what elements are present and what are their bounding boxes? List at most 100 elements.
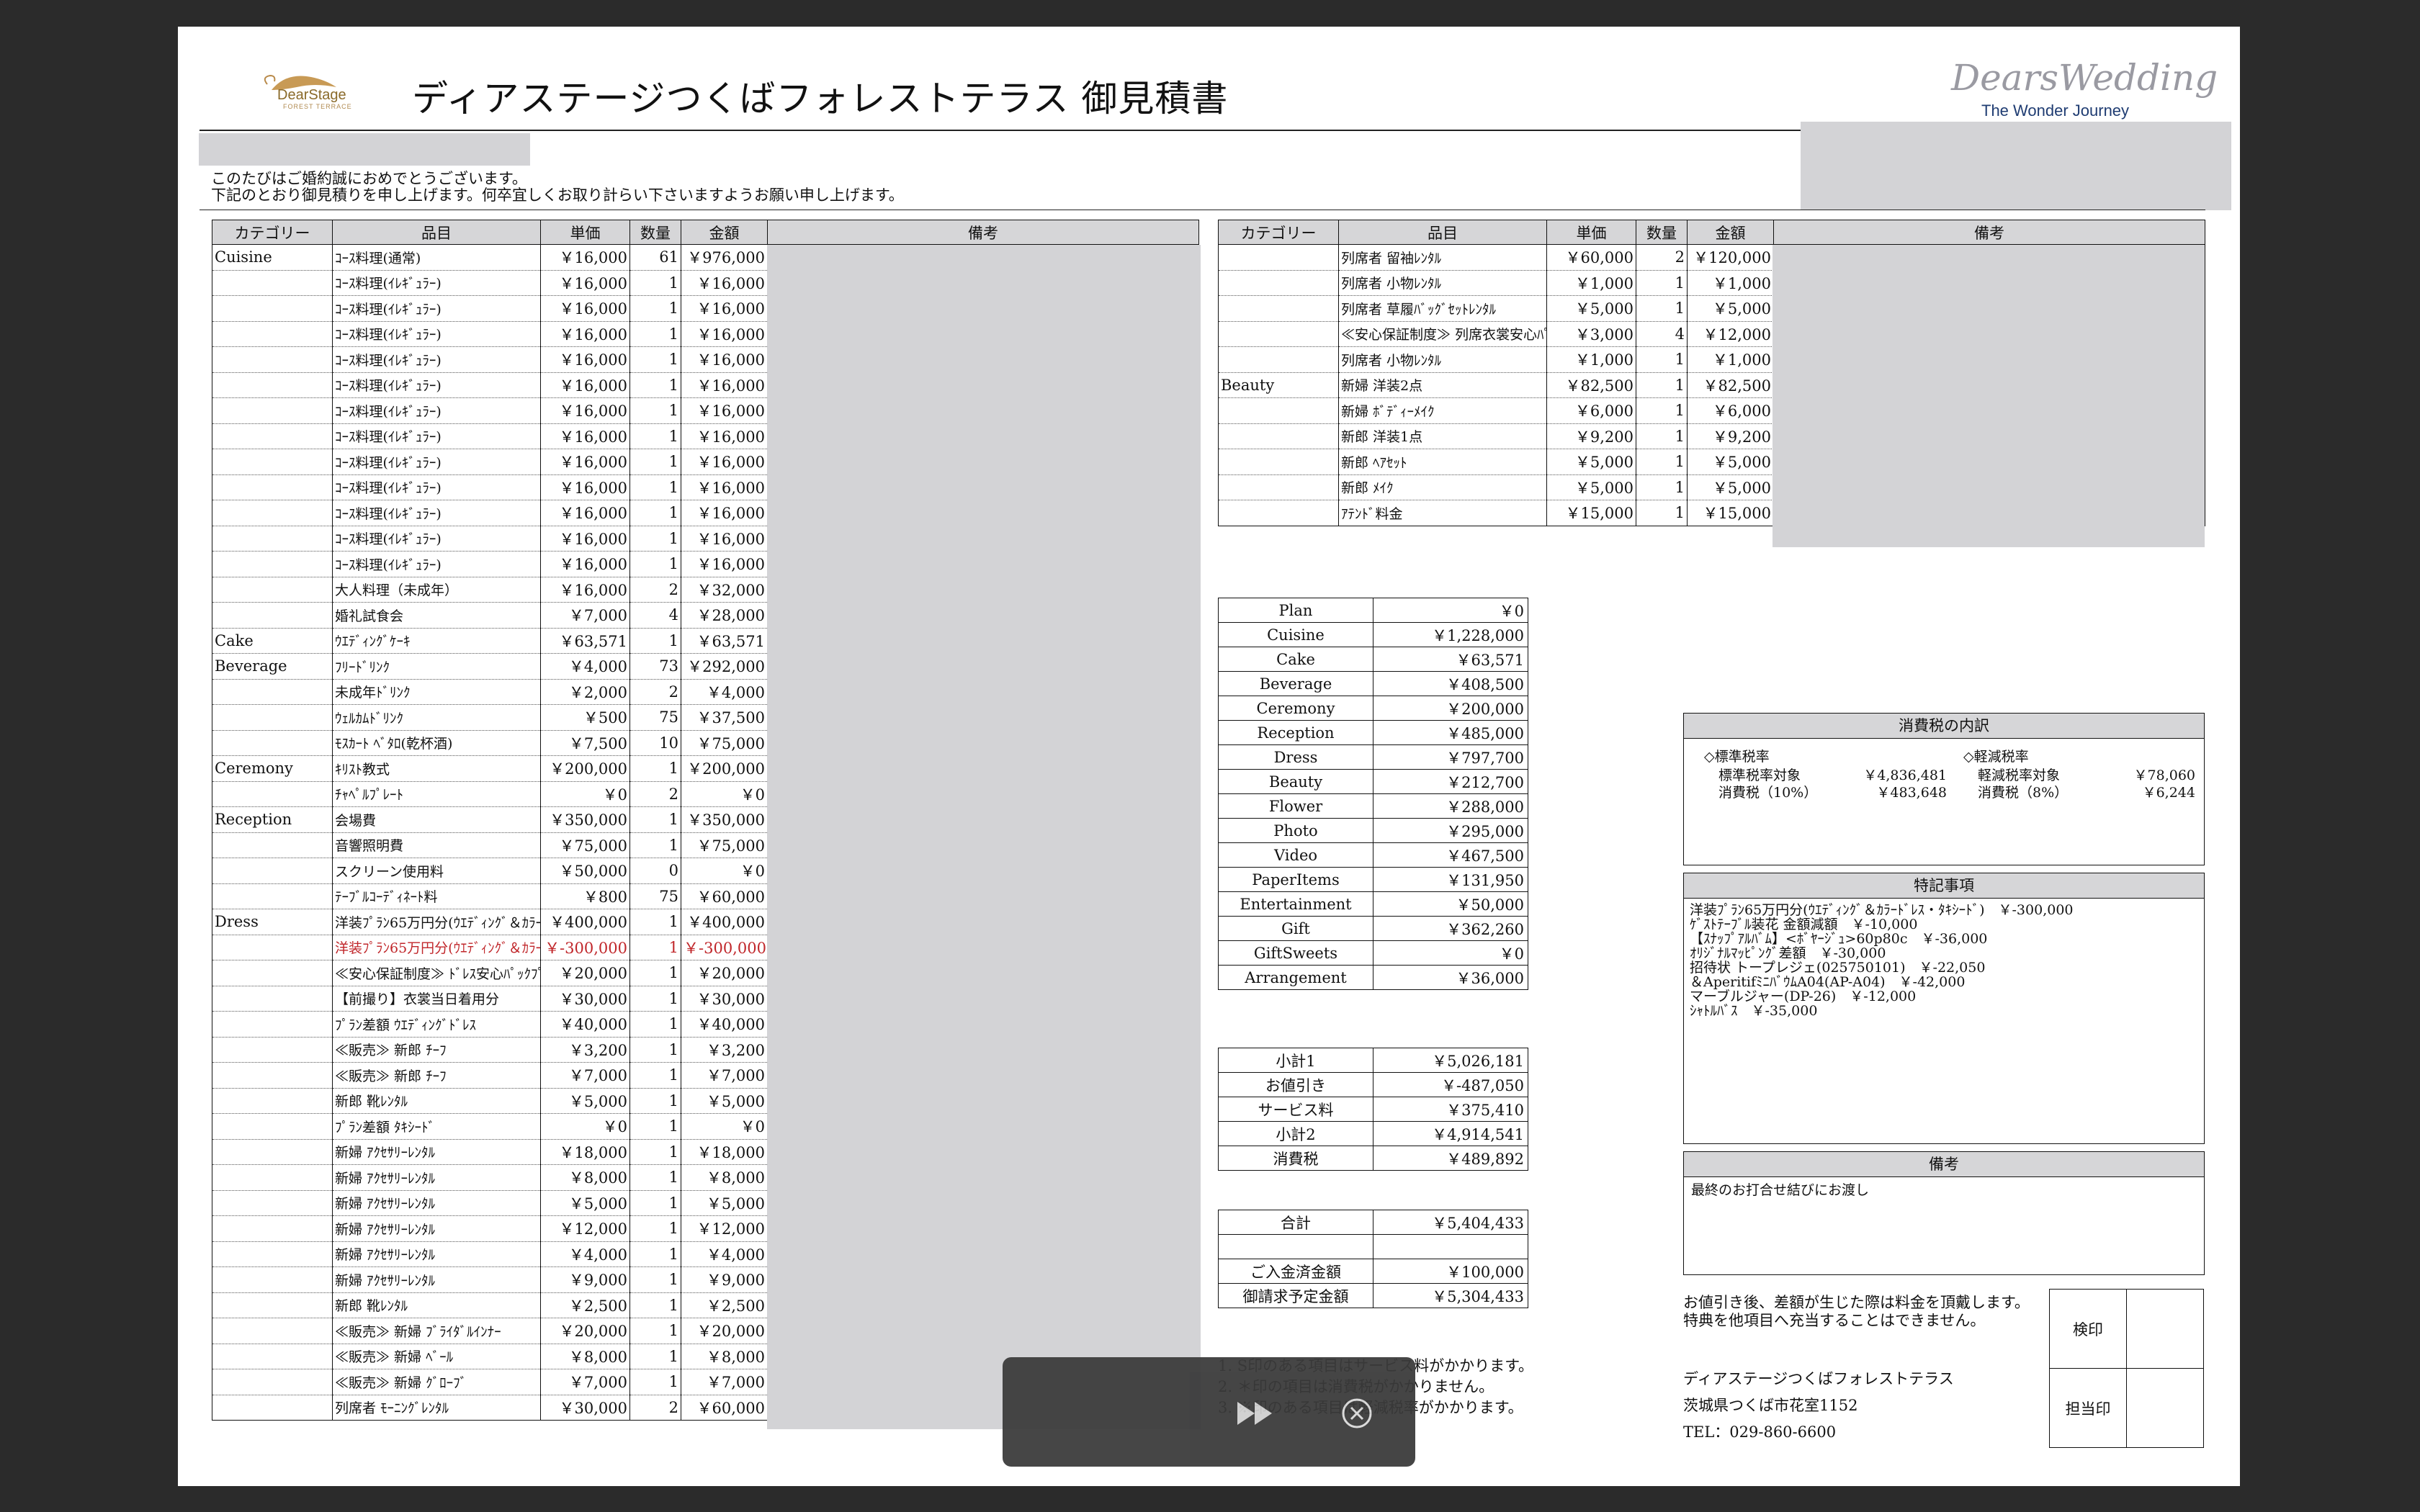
special-note: ｹﾞｽﾄﾃｰﾌﾞﾙ装花 金額減額 ￥-10,000 bbox=[1690, 917, 1918, 932]
category-cell: Reception bbox=[212, 806, 333, 833]
summary-label: 合計 bbox=[1218, 1210, 1373, 1235]
col-qty: 数量 bbox=[629, 220, 681, 245]
totals-table: 合計 ￥5,404,433 ご入金済金額 ￥100,000 御請求予定金額 ￥5,304,… bbox=[1218, 1210, 1528, 1308]
summary-label: Dress bbox=[1218, 744, 1373, 770]
summary-row: 小計2 ￥4,914,541 bbox=[1218, 1121, 1528, 1146]
summary-value: ￥0 bbox=[1373, 598, 1528, 623]
item-cell: 列席者 留袖ﾚﾝﾀﾙ bbox=[1338, 244, 1547, 271]
unit-price-cell: ￥16,000 bbox=[540, 449, 630, 475]
unit-price-cell: ￥5,000 bbox=[1546, 295, 1636, 322]
category-cell bbox=[212, 679, 333, 705]
quantity-cell: 2 bbox=[1636, 244, 1688, 271]
category-cell: Cuisine bbox=[212, 244, 333, 271]
amount-cell: ￥1,000 bbox=[1687, 270, 1774, 296]
category-cell bbox=[212, 730, 333, 756]
quantity-cell: 2 bbox=[629, 577, 681, 603]
amount-cell: ￥1,000 bbox=[1687, 346, 1774, 373]
amount-cell: ￥16,000 bbox=[681, 423, 768, 449]
venue-tel: TEL：029-860-6600 bbox=[1683, 1423, 1837, 1441]
quantity-cell: 1 bbox=[629, 1344, 681, 1369]
greeting: このたびはご婚約誠におめでとうございます。 下記のとおり御見積りを申し上げます。… bbox=[211, 171, 904, 204]
col-item: 品目 bbox=[332, 220, 541, 245]
summary-row: Cake ￥63,571 bbox=[1218, 647, 1528, 672]
category-cell bbox=[1218, 295, 1339, 322]
summary-value: ￥408,500 bbox=[1373, 671, 1528, 696]
unit-price-cell: ￥82,500 bbox=[1546, 372, 1636, 398]
summary-value: ￥4,914,541 bbox=[1373, 1121, 1528, 1146]
quantity-cell: 1 bbox=[629, 474, 681, 500]
category-cell bbox=[212, 986, 333, 1012]
brand-name: DearsWedding bbox=[1951, 57, 2218, 99]
category-cell bbox=[1218, 474, 1339, 500]
category-cell: Beauty bbox=[1218, 372, 1339, 398]
summary-label: Cake bbox=[1218, 647, 1373, 672]
quantity-cell: 1 bbox=[1636, 270, 1688, 296]
close-circle-icon[interactable] bbox=[1341, 1398, 1373, 1429]
quantity-cell: 1 bbox=[629, 1011, 681, 1038]
quantity-cell: 1 bbox=[629, 1062, 681, 1089]
summary-value: ￥288,000 bbox=[1373, 793, 1528, 819]
quantity-cell: 1 bbox=[1636, 346, 1688, 373]
amount-cell: ￥5,000 bbox=[1687, 474, 1774, 500]
quantity-cell: 2 bbox=[629, 781, 681, 807]
summary-value: ￥36,000 bbox=[1373, 965, 1528, 990]
amount-cell: ￥5,000 bbox=[681, 1190, 768, 1216]
summary-value: ￥212,700 bbox=[1373, 769, 1528, 794]
amount-cell: ￥4,000 bbox=[681, 1241, 768, 1267]
summary-value: ￥-487,050 bbox=[1373, 1072, 1528, 1097]
category-cell bbox=[1218, 423, 1339, 449]
col-amount: 金額 bbox=[1687, 220, 1774, 245]
quantity-cell: 1 bbox=[629, 1369, 681, 1395]
summary-label: 消費税 bbox=[1218, 1146, 1373, 1171]
quantity-cell: 1 bbox=[629, 397, 681, 424]
amount-cell: ￥16,000 bbox=[681, 372, 768, 398]
unit-price-cell: ￥6,000 bbox=[1546, 397, 1636, 424]
special-notes-box: 特記事項 洋装ﾌﾟﾗﾝ65万円分(ｳｴﾃﾞｨﾝｸﾞ＆ｶﾗｰﾄﾞﾚｽ・ﾀｷｼｰﾄﾞ… bbox=[1683, 873, 2205, 1144]
quantity-cell: 1 bbox=[629, 1241, 681, 1267]
summary-label: Reception bbox=[1218, 720, 1373, 745]
amount-cell: ￥2,500 bbox=[681, 1292, 768, 1318]
category-cell bbox=[1218, 449, 1339, 475]
venue-info: ディアステージつくばフォレストテラス 茨城県つくば市花室1152 TEL：029… bbox=[1683, 1366, 1954, 1446]
category-cell bbox=[212, 270, 333, 296]
quantity-cell: 1 bbox=[629, 960, 681, 986]
item-cell: ﾁｬﾍﾟﾙﾌﾟﾚｰﾄ bbox=[332, 781, 541, 807]
item-cell: ﾃｰﾌﾞﾙｺｰﾃﾞｨﾈｰﾄ料 bbox=[332, 883, 541, 909]
fast-forward-icon[interactable] bbox=[1234, 1399, 1278, 1428]
category-cell bbox=[212, 500, 333, 526]
amount-cell: ￥16,000 bbox=[681, 346, 768, 373]
quantity-cell: 73 bbox=[629, 653, 681, 680]
unit-price-cell: ￥1,000 bbox=[1546, 346, 1636, 373]
media-control-overlay bbox=[1003, 1357, 1415, 1467]
amount-cell: ￥16,000 bbox=[681, 526, 768, 552]
quantity-cell: 1 bbox=[629, 500, 681, 526]
unit-price-cell: ￥0 bbox=[540, 781, 630, 807]
quantity-cell: 75 bbox=[629, 883, 681, 909]
summary-row: サービス料 ￥375,410 bbox=[1218, 1097, 1528, 1122]
item-cell: ≪販売≫ 新郎 ﾁｰﾌ bbox=[332, 1062, 541, 1089]
reduced-rate-head: ◇軽減税率 bbox=[1963, 749, 2029, 765]
amount-cell: ￥5,000 bbox=[1687, 295, 1774, 322]
redacted-remarks-left bbox=[767, 245, 1201, 1429]
quantity-cell: 1 bbox=[629, 832, 681, 858]
category-cell bbox=[212, 935, 333, 960]
unit-price-cell: ￥16,000 bbox=[540, 346, 630, 373]
standard-rate-head: ◇標準税率 bbox=[1704, 749, 1770, 765]
unit-price-cell: ￥16,000 bbox=[540, 244, 630, 271]
summary-row: Beverage ￥408,500 bbox=[1218, 671, 1528, 696]
unit-price-cell: ￥400,000 bbox=[540, 909, 630, 935]
quantity-cell: 1 bbox=[629, 755, 681, 782]
summary-row: Dress ￥797,700 bbox=[1218, 744, 1528, 770]
amount-cell: ￥12,000 bbox=[1687, 321, 1774, 347]
standard-target-value: ￥4,836,481 bbox=[1863, 768, 1947, 783]
summary-row: 合計 ￥5,404,433 bbox=[1218, 1210, 1528, 1235]
item-cell: 新婦 洋装2点 bbox=[1338, 372, 1547, 398]
quantity-cell: 1 bbox=[629, 1164, 681, 1191]
category-cell bbox=[212, 602, 333, 629]
unit-price-cell: ￥200,000 bbox=[540, 755, 630, 782]
brand-tagline: The Wonder Journey bbox=[1981, 102, 2130, 120]
col-amount: 金額 bbox=[681, 220, 768, 245]
unit-price-cell: ￥18,000 bbox=[540, 1139, 630, 1165]
summary-label: Photo bbox=[1218, 818, 1373, 843]
category-cell bbox=[1218, 500, 1339, 526]
